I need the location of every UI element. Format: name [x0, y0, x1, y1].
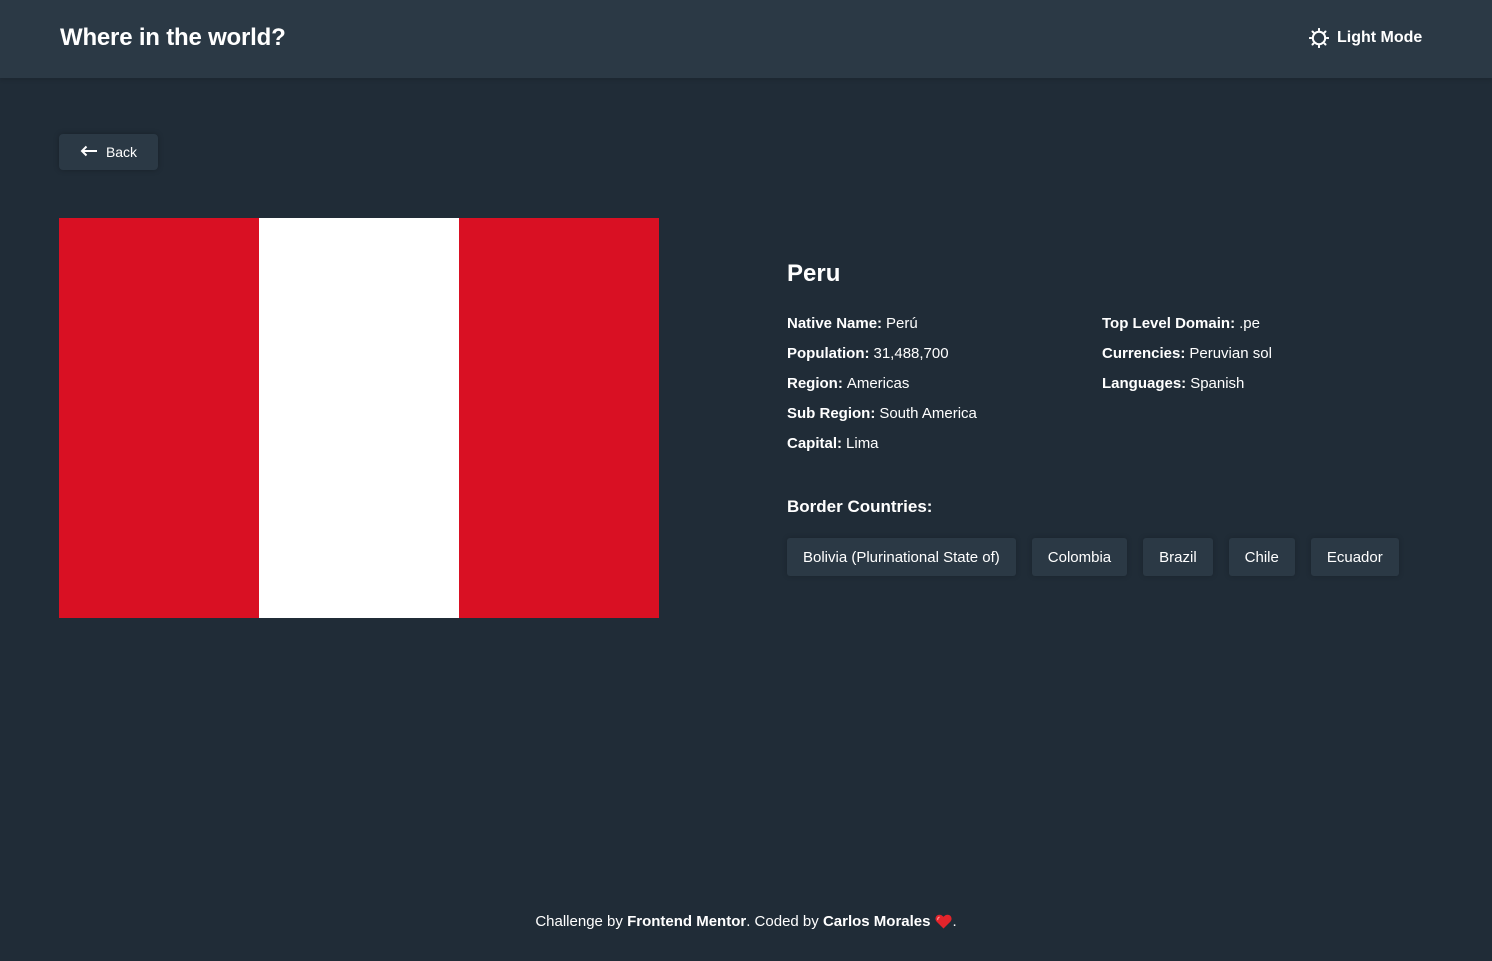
detail-top-level-domain: Top Level Domain: .pe [1102, 315, 1260, 332]
details-right-column: Top Level Domain: .pe Currencies: Peruvian… [1102, 314, 1272, 404]
details-left-column: Native Name: Perú Population: 31,488,700 R… [787, 314, 977, 464]
border-country-button[interactable]: Colombia [1031, 538, 1128, 576]
detail-currencies: Currencies: Peruvian sol [1102, 345, 1272, 362]
border-country-button[interactable]: Ecuador [1310, 538, 1399, 576]
theme-toggle-button[interactable]: Light Mode [1309, 26, 1422, 50]
flag-stripe-right [459, 218, 659, 618]
country-name: Peru [787, 260, 841, 287]
detail-population: Population: 31,488,700 [787, 345, 949, 362]
top-header: Where in the world? Light Mode [0, 0, 1492, 78]
flag-stripe-middle [259, 218, 459, 618]
border-country-button[interactable]: Chile [1228, 538, 1295, 576]
border-country-button[interactable]: Bolivia (Plurinational State of) [787, 538, 1016, 576]
country-flag [59, 218, 659, 618]
sun-icon [1309, 28, 1329, 48]
coder-name-link[interactable]: Carlos Morales [823, 913, 931, 930]
detail-region: Region: Americas [787, 375, 910, 392]
flag-stripe-left [59, 218, 259, 618]
border-countries-list: Bolivia (Plurinational State of) Colombi… [787, 538, 1399, 576]
detail-native-name: Native Name: Perú [787, 315, 918, 332]
border-country-button[interactable]: Brazil [1143, 538, 1213, 576]
heart-icon [935, 914, 953, 933]
app-title: Where in the world? [60, 24, 286, 51]
detail-sub-region: Sub Region: South America [787, 405, 977, 422]
back-button-label: Back [105, 144, 138, 160]
detail-capital: Capital: Lima [787, 435, 879, 452]
detail-languages: Languages: Spanish [1102, 375, 1245, 392]
theme-toggle-label: Light Mode [1337, 29, 1423, 46]
border-countries-title: Border Countries: [787, 497, 933, 516]
footer-attribution: Challenge by Frontend Mentor. Coded by C… [0, 913, 1492, 933]
back-button[interactable]: Back [59, 134, 158, 170]
arrow-left-icon [80, 144, 98, 160]
challenge-author-link[interactable]: Frontend Mentor [627, 913, 746, 930]
